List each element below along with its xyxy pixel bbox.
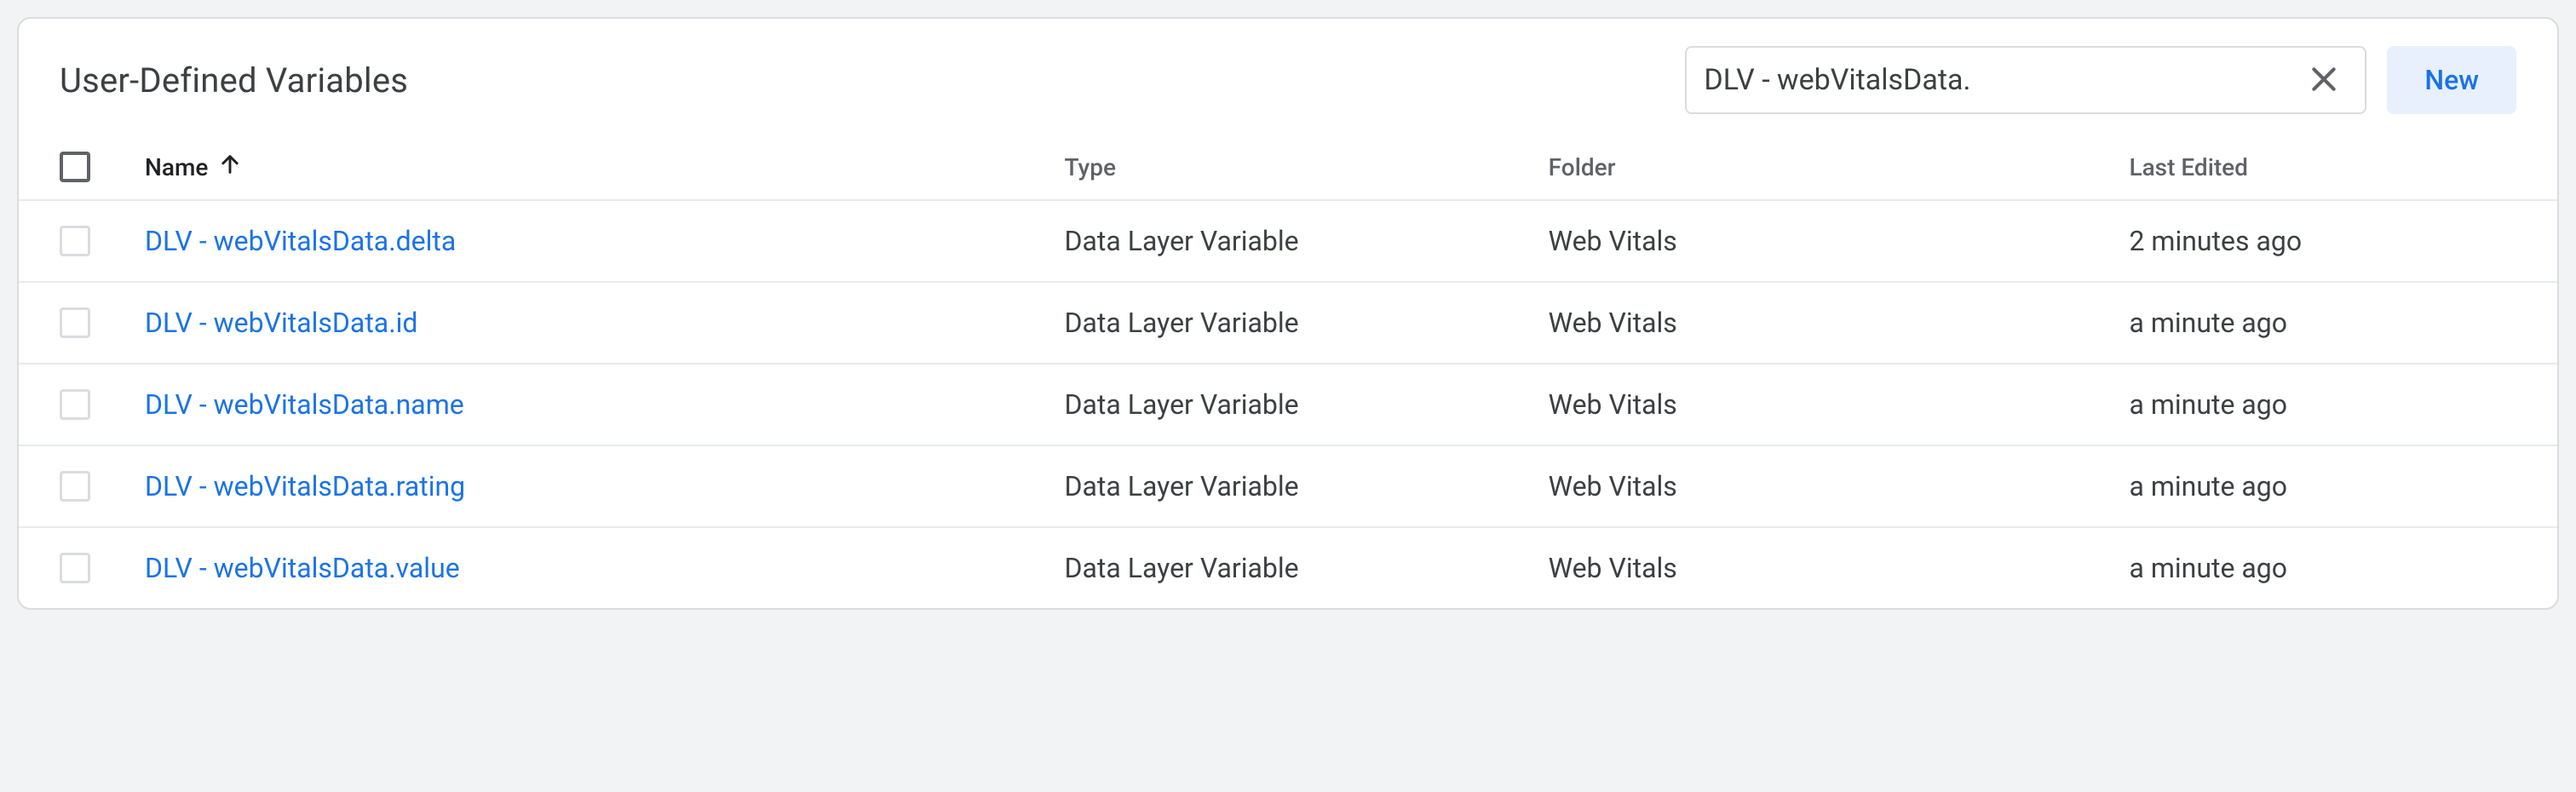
variable-folder: Web Vitals <box>1549 470 2130 502</box>
clear-search-button[interactable] <box>2300 55 2348 106</box>
variable-last-edited: a minute ago <box>2129 470 2516 502</box>
table-body: DLV - webVitalsData.delta Data Layer Var… <box>19 201 2557 608</box>
variable-type: Data Layer Variable <box>1065 307 1549 339</box>
search-input[interactable] <box>1704 63 2300 97</box>
table-row: DLV - webVitalsData.value Data Layer Var… <box>19 528 2557 608</box>
variable-last-edited: 2 minutes ago <box>2129 225 2516 257</box>
row-checkbox[interactable] <box>60 471 90 502</box>
column-header-last-edited[interactable]: Last Edited <box>2129 153 2516 181</box>
search-field-wrap[interactable] <box>1685 46 2366 114</box>
column-header-folder[interactable]: Folder <box>1549 153 2130 181</box>
table-row: DLV - webVitalsData.delta Data Layer Var… <box>19 201 2557 283</box>
table-row: DLV - webVitalsData.rating Data Layer Va… <box>19 446 2557 528</box>
variable-name-link[interactable]: DLV - webVitalsData.value <box>145 552 460 584</box>
table-row: DLV - webVitalsData.id Data Layer Variab… <box>19 283 2557 364</box>
variable-folder: Web Vitals <box>1549 225 2130 257</box>
row-checkbox[interactable] <box>60 307 90 338</box>
variable-folder: Web Vitals <box>1549 388 2130 421</box>
variables-table: Name Type Folder Last Edited DLV - webVi… <box>19 135 2557 608</box>
variable-last-edited: a minute ago <box>2129 388 2516 421</box>
variable-last-edited: a minute ago <box>2129 552 2516 584</box>
row-checkbox[interactable] <box>60 553 90 583</box>
variable-name-link[interactable]: DLV - webVitalsData.delta <box>145 225 456 257</box>
variable-type: Data Layer Variable <box>1065 225 1549 257</box>
table-header-row: Name Type Folder Last Edited <box>19 135 2557 201</box>
row-checkbox[interactable] <box>60 226 90 256</box>
variable-name-link[interactable]: DLV - webVitalsData.id <box>145 307 417 339</box>
column-header-name-label: Name <box>145 153 208 181</box>
variable-folder: Web Vitals <box>1549 552 2130 584</box>
sort-ascending-icon <box>218 152 242 182</box>
variable-last-edited: a minute ago <box>2129 307 2516 339</box>
column-header-name[interactable]: Name <box>145 152 1065 182</box>
variable-type: Data Layer Variable <box>1065 552 1549 584</box>
select-all-checkbox[interactable] <box>60 152 90 182</box>
close-icon <box>2307 62 2341 99</box>
variable-type: Data Layer Variable <box>1065 388 1549 421</box>
panel-header: User-Defined Variables New <box>19 19 2557 135</box>
user-defined-variables-panel: User-Defined Variables New Name <box>17 17 2559 610</box>
new-button[interactable]: New <box>2387 46 2516 114</box>
column-header-type[interactable]: Type <box>1065 153 1549 181</box>
table-row: DLV - webVitalsData.name Data Layer Vari… <box>19 364 2557 446</box>
variable-name-link[interactable]: DLV - webVitalsData.rating <box>145 470 465 502</box>
variable-type: Data Layer Variable <box>1065 470 1549 502</box>
panel-title: User-Defined Variables <box>60 60 1665 100</box>
row-checkbox[interactable] <box>60 389 90 420</box>
variable-name-link[interactable]: DLV - webVitalsData.name <box>145 388 464 421</box>
variable-folder: Web Vitals <box>1549 307 2130 339</box>
